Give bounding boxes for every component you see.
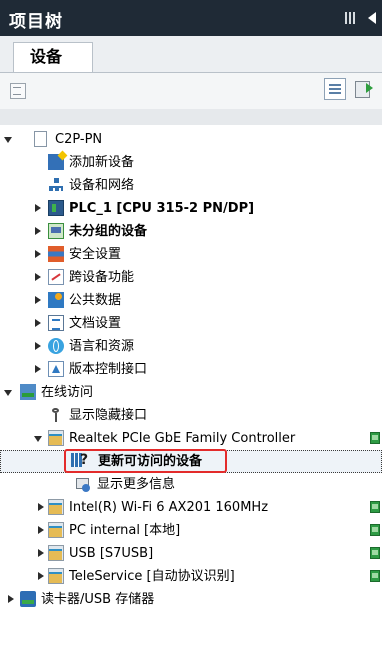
- tree-node-devices-networks[interactable]: 设备和网络: [0, 174, 382, 197]
- collapsed-arrow-icon[interactable]: [33, 335, 43, 358]
- pin-icon[interactable]: [345, 12, 356, 24]
- tree-node-update-devices[interactable]: 更新可访问的设备: [0, 449, 382, 473]
- plc-icon: [48, 200, 64, 216]
- tree-label: 添加新设备: [69, 155, 135, 170]
- tree-node-common-data[interactable]: 公共数据: [0, 289, 382, 312]
- tree-node-more-info[interactable]: 显示更多信息: [0, 473, 382, 496]
- tree-label: Realtek PCIe GbE Family Controller: [69, 431, 296, 446]
- network-icon: [48, 177, 64, 193]
- overview-icon[interactable]: [324, 78, 346, 100]
- tree-label: 安全设置: [69, 247, 122, 262]
- expanded-arrow-icon[interactable]: [34, 427, 44, 450]
- tree-node-ungrouped[interactable]: 未分组的设备: [0, 220, 382, 243]
- tree-label: 设备和网络: [69, 178, 135, 193]
- collapsed-arrow-icon[interactable]: [33, 312, 43, 335]
- ungrouped-devices-icon: [48, 223, 64, 239]
- tree-label: USB [S7USB]: [69, 546, 154, 561]
- export-icon[interactable]: [354, 78, 376, 100]
- collapsed-arrow-icon[interactable]: [33, 243, 43, 266]
- project-tree-header: 项目树: [0, 0, 382, 36]
- tree-label-root: C2P-PN: [55, 132, 103, 147]
- collapsed-arrow-icon[interactable]: [33, 197, 43, 220]
- add-device-icon: [48, 154, 64, 170]
- adapter-status-icon: [370, 570, 380, 582]
- online-access-icon: [20, 384, 36, 400]
- tree-label: 文档设置: [69, 316, 122, 331]
- adapter-status-icon: [370, 547, 380, 559]
- collapsed-arrow-icon[interactable]: [6, 588, 16, 611]
- tree-header-spacer: [0, 109, 382, 125]
- adapter-folder-icon: [48, 568, 64, 584]
- collapse-arrow-icon[interactable]: [368, 12, 376, 24]
- tab-devices[interactable]: 设备: [13, 42, 93, 72]
- collapsed-arrow-icon[interactable]: [36, 565, 46, 588]
- collapsed-arrow-icon[interactable]: [33, 220, 43, 243]
- tree-label: 版本控制接口: [69, 362, 148, 377]
- tree-label: PLC_1 [CPU 315-2 PN/DP]: [69, 201, 255, 216]
- tree-node-intel[interactable]: Intel(R) Wi-Fi 6 AX201 160MHz: [0, 496, 382, 519]
- globe-icon: [48, 338, 64, 354]
- interface-icon: [48, 407, 64, 423]
- collapsed-arrow-icon[interactable]: [33, 289, 43, 312]
- tree-label: PC internal [本地]: [69, 523, 181, 538]
- tree-label: TeleService [自动协议识别]: [69, 569, 235, 584]
- adapter-status-icon: [370, 524, 380, 536]
- collapsed-arrow-icon[interactable]: [33, 266, 43, 289]
- tree-node-online-access[interactable]: 在线访问: [0, 381, 382, 404]
- expanded-arrow-icon[interactable]: [4, 381, 14, 404]
- adapter-folder-icon: [48, 522, 64, 538]
- cross-device-icon: [48, 269, 64, 285]
- tree-node-security[interactable]: 安全设置: [0, 243, 382, 266]
- project-icon: [34, 131, 47, 147]
- tree-node-plc1[interactable]: PLC_1 [CPU 315-2 PN/DP]: [0, 197, 382, 220]
- tree-node-version-control[interactable]: 版本控制接口: [0, 358, 382, 381]
- tree-node-teleservice[interactable]: TeleService [自动协议识别]: [0, 565, 382, 588]
- adapter-status-icon: [370, 432, 380, 444]
- toolbar: [0, 73, 382, 109]
- adapter-status-icon: [370, 501, 380, 513]
- collapsed-arrow-icon[interactable]: [33, 358, 43, 381]
- tree-label: 公共数据: [69, 293, 122, 308]
- security-icon: [48, 246, 64, 262]
- adapter-folder-icon: [48, 430, 64, 446]
- adapter-folder-icon: [48, 545, 64, 561]
- info-icon: [75, 476, 91, 492]
- tree-label: Intel(R) Wi-Fi 6 AX201 160MHz: [69, 500, 269, 515]
- adapter-folder-icon: [48, 499, 64, 515]
- tree-node-usb[interactable]: USB [S7USB]: [0, 542, 382, 565]
- version-control-icon: [48, 361, 64, 377]
- collapsed-arrow-icon[interactable]: [36, 496, 46, 519]
- card-reader-icon: [20, 591, 36, 607]
- tree-label: 显示隐藏接口: [69, 408, 148, 423]
- tree-node-root[interactable]: C2P-PN: [0, 128, 382, 151]
- tree-node-add-device[interactable]: 添加新设备: [0, 151, 382, 174]
- device-toolbar-icon[interactable]: [10, 83, 26, 99]
- tree-node-languages[interactable]: 语言和资源: [0, 335, 382, 358]
- tree-label: 在线访问: [41, 385, 94, 400]
- collapsed-arrow-icon[interactable]: [36, 519, 46, 542]
- common-data-icon: [48, 292, 64, 308]
- document-settings-icon: [48, 315, 64, 331]
- tree-node-card-reader[interactable]: 读卡器/USB 存储器: [0, 588, 382, 611]
- tree-label: 未分组的设备: [69, 224, 148, 239]
- tree-node-cross-device[interactable]: 跨设备功能: [0, 266, 382, 289]
- tree-node-pc-internal[interactable]: PC internal [本地]: [0, 519, 382, 542]
- tree-label: 更新可访问的设备: [98, 454, 203, 469]
- tree-label: 语言和资源: [69, 339, 135, 354]
- collapsed-arrow-icon[interactable]: [36, 542, 46, 565]
- tab-strip: 设备: [0, 36, 382, 73]
- project-tree: C2P-PN 添加新设备 设备和网络 PLC_1 [CPU 315-2 PN/D…: [0, 125, 382, 652]
- tree-label: 跨设备功能: [69, 270, 135, 285]
- tree-node-doc-settings[interactable]: 文档设置: [0, 312, 382, 335]
- tree-label: 读卡器/USB 存储器: [41, 592, 155, 607]
- tree-node-realtek[interactable]: Realtek PCIe GbE Family Controller: [0, 427, 382, 450]
- expanded-arrow-icon[interactable]: [4, 128, 14, 151]
- tree-node-show-hidden[interactable]: 显示隐藏接口: [0, 404, 382, 427]
- update-devices-icon: [71, 449, 88, 472]
- tree-label: 显示更多信息: [97, 477, 176, 492]
- panel-title: 项目树: [9, 12, 63, 32]
